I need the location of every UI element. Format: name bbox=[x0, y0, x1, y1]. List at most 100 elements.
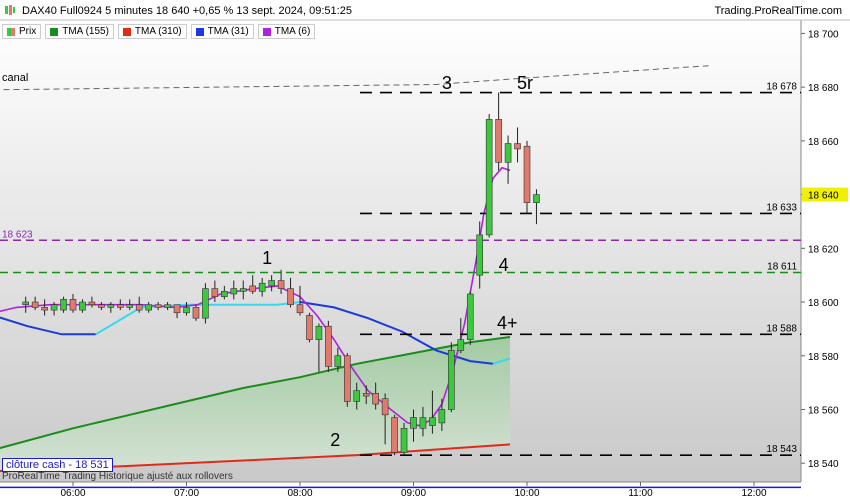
candle-body bbox=[533, 194, 540, 203]
canal-label: canal bbox=[2, 72, 28, 84]
candle-body bbox=[192, 307, 200, 319]
candle-body bbox=[258, 282, 266, 292]
candle-body bbox=[98, 304, 105, 308]
x-tick-label: 11:00 bbox=[628, 488, 653, 499]
legend-label: Prix bbox=[19, 26, 37, 37]
wave-2-label: 2 bbox=[330, 430, 340, 450]
candle-body bbox=[372, 393, 379, 405]
level-label: 18 623 bbox=[2, 229, 33, 240]
candle-body bbox=[485, 119, 493, 236]
legend: Prix TMA (155) TMA (310) TMA (31) TMA (6… bbox=[2, 24, 316, 39]
candle-body bbox=[296, 304, 304, 314]
legend-item-tma310[interactable]: TMA (310) bbox=[117, 24, 187, 39]
candle-body bbox=[135, 304, 143, 311]
candle-body bbox=[31, 301, 39, 308]
level-label: 18 611 bbox=[767, 261, 797, 272]
candle-body bbox=[353, 390, 361, 402]
wave-1-label: 1 bbox=[262, 248, 272, 268]
level-label: 18 633 bbox=[766, 202, 797, 213]
candle-body bbox=[391, 417, 398, 453]
candle-body bbox=[504, 143, 512, 163]
candle-body bbox=[476, 234, 484, 276]
candle-body bbox=[495, 119, 502, 163]
brand-label: Trading.ProRealTime.com bbox=[714, 5, 842, 17]
candle-body bbox=[523, 145, 531, 203]
candle-body bbox=[88, 301, 96, 306]
prix-swatch-icon bbox=[7, 27, 15, 36]
menu-grid-icon[interactable] bbox=[4, 4, 16, 16]
candle-body bbox=[400, 427, 408, 453]
wave-3-label: 3 bbox=[442, 73, 452, 93]
y-tick-label: 18 580 bbox=[808, 352, 839, 363]
y-tick-label: 18 660 bbox=[808, 137, 839, 148]
candle-body bbox=[466, 293, 474, 340]
candle-body bbox=[173, 304, 181, 314]
candle-body bbox=[249, 285, 257, 292]
candle-body bbox=[448, 350, 455, 410]
candle-body bbox=[315, 325, 323, 340]
x-tick-label: 10:00 bbox=[514, 488, 539, 499]
candle-body bbox=[50, 304, 58, 311]
legend-item-tma6[interactable]: TMA (6) bbox=[257, 24, 316, 39]
candle-body bbox=[154, 304, 162, 308]
candle-body bbox=[145, 304, 152, 311]
candle-body bbox=[334, 355, 342, 367]
candle-body bbox=[325, 325, 332, 367]
candle-body bbox=[60, 299, 67, 311]
legend-label: TMA (155) bbox=[62, 26, 109, 37]
candle-body bbox=[202, 288, 209, 319]
current-price-label: 18 640 bbox=[808, 191, 839, 202]
legend-item-tma155[interactable]: TMA (155) bbox=[45, 24, 114, 39]
candle-body bbox=[287, 288, 294, 306]
candle-body bbox=[126, 304, 134, 308]
candle-body bbox=[268, 280, 275, 287]
candle-body bbox=[239, 288, 247, 292]
y-tick-label: 18 600 bbox=[808, 298, 839, 309]
wave-4plus-label: 4+ bbox=[497, 313, 518, 333]
legend-item-prix[interactable]: Prix bbox=[2, 24, 42, 39]
candle-body bbox=[429, 417, 436, 426]
y-tick-label: 18 540 bbox=[808, 459, 839, 470]
candle-body bbox=[381, 398, 389, 416]
y-tick-label: 18 680 bbox=[808, 83, 839, 94]
close-cash-label: clôture cash - 18 531 bbox=[2, 458, 113, 472]
candle-body bbox=[343, 355, 351, 402]
x-tick-label: 09:00 bbox=[401, 488, 426, 499]
candle-body bbox=[164, 304, 171, 308]
legend-item-tma31[interactable]: TMA (31) bbox=[190, 24, 254, 39]
level-label: 18 543 bbox=[766, 444, 797, 455]
y-tick-label: 18 620 bbox=[808, 244, 839, 255]
y-tick-label: 18 700 bbox=[808, 29, 839, 40]
x-tick-label: 08:00 bbox=[287, 488, 312, 499]
y-tick-label: 18 560 bbox=[808, 405, 839, 416]
x-tick-label: 07:00 bbox=[174, 488, 199, 499]
tma310-swatch-icon bbox=[122, 27, 131, 36]
candle-body bbox=[183, 307, 190, 314]
price-chart[interactable]: 18 678 18 633 18 623 18 611 18 588 18 543 18 … bbox=[0, 0, 850, 500]
candle-body bbox=[306, 315, 313, 340]
candle-body bbox=[419, 417, 427, 429]
x-tick-label: 06:00 bbox=[60, 488, 85, 499]
legend-label: TMA (310) bbox=[134, 26, 182, 37]
candle-body bbox=[116, 304, 124, 308]
candle-body bbox=[79, 301, 86, 311]
candle-body bbox=[211, 288, 219, 297]
x-tick-label: 12:00 bbox=[741, 488, 766, 499]
tma155-swatch-icon bbox=[50, 27, 59, 36]
candle-body bbox=[362, 393, 370, 397]
wave-5r-label: 5r bbox=[517, 73, 533, 93]
candle-body bbox=[457, 339, 465, 351]
candle-body bbox=[230, 288, 238, 295]
tma6-swatch-icon bbox=[262, 27, 271, 36]
candle-body bbox=[221, 290, 228, 297]
chart-title: DAX40 Full0924 5 minutes 18 640 +0,65 % … bbox=[22, 5, 352, 17]
wave-4-label: 4 bbox=[499, 255, 509, 275]
level-label: 18 678 bbox=[766, 82, 797, 93]
history-note: ProRealTime Trading Historique ajusté au… bbox=[2, 471, 233, 482]
candle-body bbox=[69, 299, 77, 311]
candle-body bbox=[514, 143, 521, 150]
candle-body bbox=[41, 307, 48, 311]
tma31-swatch-icon bbox=[195, 27, 204, 36]
legend-label: TMA (31) bbox=[207, 26, 249, 37]
candle-body bbox=[410, 417, 417, 429]
